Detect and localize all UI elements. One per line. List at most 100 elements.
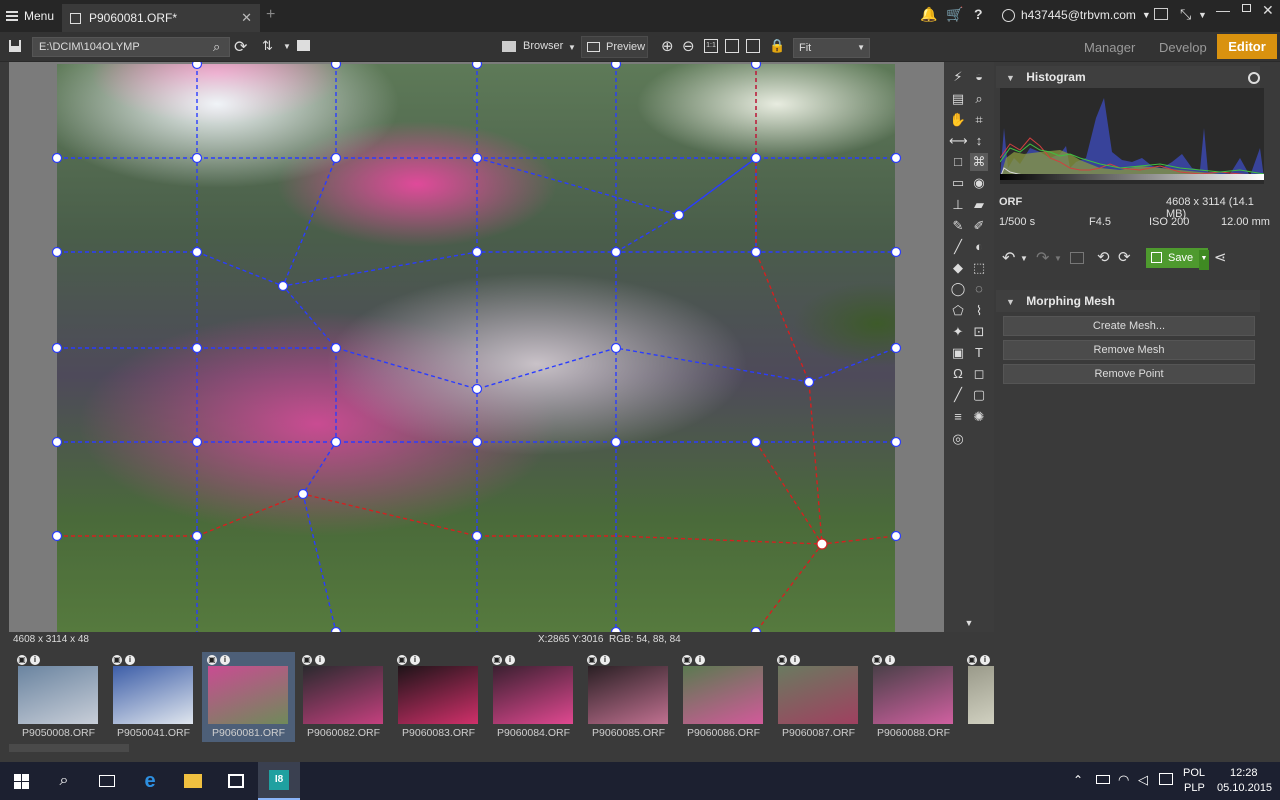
chevron-down-icon[interactable]: ▼ (1054, 254, 1062, 263)
rotate-left-icon[interactable]: ⟲ (1097, 248, 1110, 266)
magic-brush-icon[interactable]: ✎ (949, 217, 967, 235)
polygon-lasso-icon[interactable]: ⬠ (949, 302, 967, 320)
hand-tool-icon[interactable]: ✋ (949, 111, 967, 129)
red-eye-icon[interactable]: ◉ (970, 174, 988, 192)
edge-button[interactable]: e (129, 762, 171, 800)
selection-eraser-icon[interactable]: ◆ (949, 259, 967, 277)
maximize-icon[interactable] (1242, 4, 1251, 12)
file-explorer-button[interactable] (172, 762, 214, 800)
bell-icon[interactable]: 🔔 (920, 6, 937, 23)
morphing-mesh-overlay[interactable] (9, 62, 944, 632)
lock-icon[interactable]: 🔒 (769, 38, 785, 54)
user-account[interactable]: h437445@trbvm.com ▼ (1002, 8, 1151, 22)
share-icon[interactable]: ⋖ (1214, 248, 1227, 266)
wifi-icon[interactable]: ◠ (1118, 772, 1129, 788)
rotate-right-icon[interactable]: ⟳ (1118, 248, 1131, 266)
search-icon[interactable]: ⌕ (213, 39, 220, 55)
compare-icon[interactable] (746, 39, 760, 53)
vertical-straighten-icon[interactable]: ↕ (970, 132, 988, 150)
pattern-icon[interactable]: ≡ (949, 408, 967, 426)
info-icon[interactable]: i (695, 655, 705, 665)
frame-icon[interactable]: ▢ (970, 386, 988, 404)
store-button[interactable] (215, 762, 257, 800)
tab-develop[interactable]: Develop (1159, 40, 1207, 55)
remove-point-button[interactable]: Remove Point (1003, 364, 1255, 384)
zoom-select[interactable]: Fit ▼ (793, 38, 870, 58)
zoom-tool-icon[interactable]: ⌕ (970, 90, 988, 108)
rect-select-icon[interactable]: ⬚ (970, 259, 988, 277)
tab-editor[interactable]: Editor (1217, 34, 1277, 59)
magnetic-lasso-icon[interactable]: ⌇ (970, 302, 988, 320)
scroll-down-icon[interactable]: ▼ (960, 614, 978, 632)
remove-mesh-button[interactable]: Remove Mesh (1003, 340, 1255, 360)
quick-fix-icon[interactable]: ⚡ (949, 68, 967, 86)
filmstrip-thumbnail[interactable]: ▣ i P9060086.ORF (677, 652, 770, 742)
info-icon[interactable]: i (505, 655, 515, 665)
chevron-down-icon[interactable]: ▼ (1020, 254, 1028, 263)
sort-icon[interactable]: ⇅ (262, 38, 273, 54)
info-icon[interactable]: i (30, 655, 40, 665)
tab-manager[interactable]: Manager (1084, 40, 1135, 55)
task-view-button[interactable] (86, 762, 128, 800)
filmstrip-thumbnail[interactable]: ▣ i P9060083.ORF (392, 652, 485, 742)
fullscreen-icon[interactable]: ⤡ (1180, 6, 1191, 23)
morphing-mesh-icon[interactable]: ⌘ (970, 153, 988, 171)
language-indicator[interactable]: POL (1183, 767, 1205, 779)
straighten-icon[interactable]: ⟷ (949, 132, 968, 150)
gradient-icon[interactable]: ▭ (949, 174, 967, 192)
filmstrip-thumbnail[interactable]: ▣ i P9060082.ORF (297, 652, 390, 742)
symbol-icon[interactable]: Ω (949, 365, 967, 383)
paint-brush-icon[interactable]: ╱ (949, 238, 967, 256)
info-icon[interactable]: i (315, 655, 325, 665)
clock-time[interactable]: 12:28 (1230, 767, 1258, 779)
morphing-mesh-header[interactable]: ▼ Morphing Mesh (996, 290, 1260, 312)
refresh-icon[interactable]: ⟳ (234, 37, 247, 57)
fill-icon[interactable]: ◐ (970, 238, 988, 256)
info-icon[interactable]: i (410, 655, 420, 665)
lasso-icon[interactable]: ◌ (970, 280, 988, 298)
histogram-header[interactable]: ▼ Histogram (996, 66, 1260, 88)
transform-icon[interactable]: □ (949, 153, 967, 171)
zoom-in-icon[interactable]: ⊕ (661, 37, 674, 55)
chevron-down-icon[interactable]: ▼ (1198, 10, 1207, 20)
filmstrip-thumbnail[interactable]: ▣ i P9060084.ORF (487, 652, 580, 742)
help-icon[interactable]: ? (974, 6, 983, 22)
notification-icon[interactable] (1159, 773, 1173, 785)
filmstrip-scrollbar[interactable] (9, 744, 129, 752)
info-icon[interactable]: i (125, 655, 135, 665)
document-tab[interactable]: P9060081.ORF* ✕ (62, 4, 260, 32)
volume-icon[interactable]: ◁ (1138, 772, 1148, 788)
preview-button[interactable]: Preview (581, 36, 648, 58)
image-canvas[interactable] (9, 62, 944, 632)
vignette-icon[interactable]: ◎ (949, 430, 967, 448)
close-window-icon[interactable]: ✕ (1262, 2, 1274, 19)
right-panel-collapse[interactable] (1270, 62, 1280, 762)
chevron-down-icon[interactable]: ▼ (568, 43, 576, 52)
magic-wand-icon[interactable]: ✦ (949, 323, 967, 341)
zoom-out-icon[interactable]: ⊖ (682, 37, 695, 55)
info-icon[interactable]: i (600, 655, 610, 665)
minimize-icon[interactable]: — (1216, 2, 1230, 18)
fit-screen-icon[interactable] (725, 39, 739, 53)
keyboard-layout[interactable]: PLP (1184, 782, 1205, 794)
shape-icon[interactable]: ◻ (970, 365, 988, 383)
text-icon[interactable]: T (970, 344, 988, 362)
info-icon[interactable]: i (790, 655, 800, 665)
chevron-down-icon[interactable]: ▼ (283, 42, 291, 51)
filmstrip-thumbnail[interactable]: ▣ i P9060087.ORF (772, 652, 865, 742)
left-panel-collapse[interactable] (0, 62, 9, 762)
image-icon[interactable] (1070, 252, 1084, 264)
filmstrip-thumbnail[interactable]: ▣ i P9050041.ORF (107, 652, 200, 742)
path-field[interactable]: E:\DCIM\104OLYMP (32, 37, 230, 57)
menu-button[interactable]: Menu (6, 6, 54, 26)
settings-icon[interactable] (1248, 72, 1260, 84)
battery-icon[interactable] (1096, 775, 1110, 784)
filmstrip-thumbnail[interactable]: ▣ i P9060088.ORF (867, 652, 960, 742)
stamp-icon[interactable]: ⊥ (949, 196, 967, 214)
selection-brush-icon[interactable]: ⊡ (970, 323, 988, 341)
chevron-down-icon[interactable]: ▼ (1199, 250, 1209, 270)
cart-icon[interactable]: 🛒 (946, 6, 963, 23)
filmstrip-thumbnail[interactable]: ▣ i P9060085.ORF (582, 652, 675, 742)
crop-icon[interactable]: ⌗ (970, 111, 988, 129)
actual-size-icon[interactable]: 1:1 (704, 39, 718, 53)
